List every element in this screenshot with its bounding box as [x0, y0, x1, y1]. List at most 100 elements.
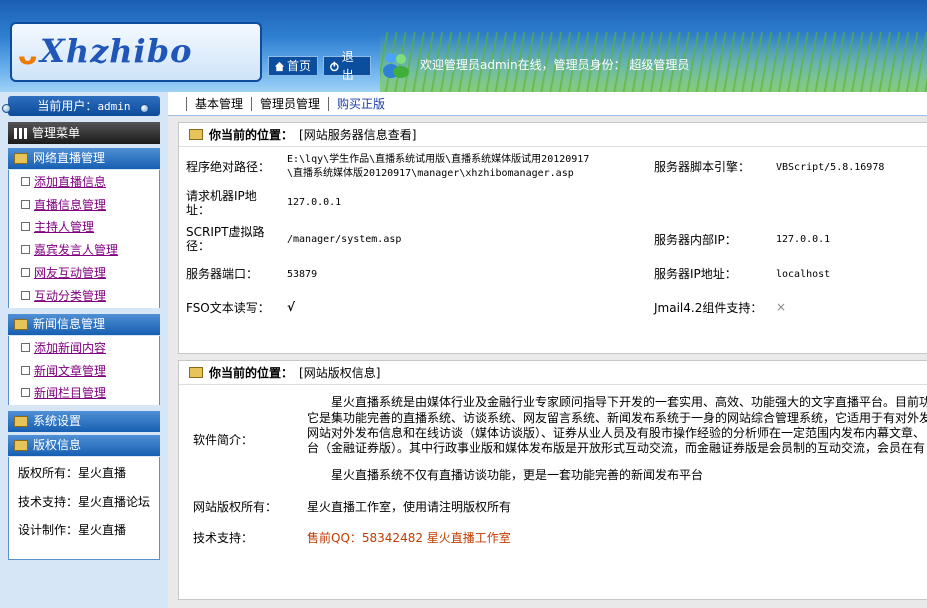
- current-user-bar: 当前用户：admin: [8, 96, 160, 116]
- jmail-cross-icon: ×: [776, 300, 787, 314]
- folder-icon: [14, 153, 28, 164]
- sidebar-item-live-manage[interactable]: 直播信息管理: [9, 193, 159, 216]
- port-value: 53879: [287, 269, 318, 280]
- section-title: 新闻信息管理: [33, 317, 106, 331]
- header-banner: ᴗ Xhzhibo 首页 退出 欢迎管理员admin在线，管理员身份： 超级管理…: [0, 0, 927, 92]
- panel-header: 你当前的位置： [网站版权信息]: [179, 361, 927, 385]
- section-title: 版权信息: [33, 438, 82, 452]
- path-value-2: \直播系统媒体版20120917\manager\xhzhibomanager.…: [287, 168, 574, 179]
- checkbox-icon: [21, 268, 30, 278]
- client-ip-value: 127.0.0.1: [287, 197, 342, 208]
- server-ip-value: localhost: [776, 269, 831, 280]
- sidebar-item-add-live[interactable]: 添加直播信息: [9, 170, 159, 193]
- checkbox-icon: [21, 199, 30, 209]
- intro-extra: 星火直播系统不仅有直播访谈功能，更是一套功能完善的新闻发布平台: [331, 468, 704, 482]
- sidebar-item-label[interactable]: 直播信息管理: [34, 196, 106, 213]
- intro-label: 软件简介：: [193, 433, 254, 447]
- pin-icon: [2, 104, 11, 113]
- home-button[interactable]: 首页: [268, 56, 318, 76]
- tab-admin[interactable]: 管理员管理: [260, 95, 320, 112]
- folder-icon: [14, 319, 28, 330]
- menu-title-bar: 管理菜单: [8, 122, 160, 144]
- tab-basic[interactable]: 基本管理: [195, 95, 243, 112]
- section-title: 网络直播管理: [33, 151, 106, 165]
- section-settings-header[interactable]: 系统设置: [8, 411, 160, 432]
- folder-icon: [14, 440, 28, 451]
- server-info-panel: 你当前的位置： [网站服务器信息查看] 程序绝对路径： E:\lqy\学生作品\…: [178, 122, 927, 354]
- checkbox-icon: [21, 222, 30, 232]
- sidebar-item-label[interactable]: 新闻文章管理: [34, 362, 106, 379]
- tab-separator: [186, 96, 187, 111]
- intro-line: 星火直播系统是由媒体行业及金融行业专家顾问指导下开发的一套实用、高效、功能强大的…: [331, 395, 927, 409]
- section-live-body: 添加直播信息 直播信息管理 主持人管理 嘉宾发言人管理 网友互动管理 互动分类管…: [8, 170, 160, 308]
- path-value-1: E:\lqy\学生作品\直播系统试用版\直播系统媒体版试用20120917: [287, 154, 590, 165]
- engine-label: 服务器脚本引擎：: [654, 160, 751, 174]
- current-user-name: admin: [97, 100, 131, 113]
- sidebar-item-interaction-manage[interactable]: 网友互动管理: [9, 261, 159, 284]
- intro-line: 台（金融证券版）。其中行政事业版和媒体发布版是开放形式互动交流，而金融证券版是会…: [307, 441, 926, 455]
- sidebar-item-label[interactable]: 互动分类管理: [34, 287, 106, 304]
- pin-icon: [140, 104, 149, 113]
- tab-separator: [328, 96, 330, 111]
- location-value: [网站版权信息]: [299, 366, 381, 380]
- menu-title: 管理菜单: [32, 126, 81, 140]
- port-label: 服务器端口：: [186, 267, 259, 281]
- checkbox-icon: [21, 176, 30, 186]
- location-label: 你当前的位置：: [209, 366, 294, 380]
- client-ip-label: 请求机器IP地址：: [186, 189, 257, 217]
- logo-text: Xhzhibo: [40, 32, 193, 70]
- location-label: 你当前的位置：: [209, 128, 294, 142]
- support-value[interactable]: 售前QQ：58342482 星火直播工作室: [307, 531, 511, 545]
- sidebar-item-add-news[interactable]: 添加新闻内容: [9, 336, 159, 359]
- sidebar-item-guest-manage[interactable]: 嘉宾发言人管理: [9, 238, 159, 261]
- sidebar-item-label[interactable]: 网友互动管理: [34, 264, 106, 281]
- checkbox-icon: [21, 342, 30, 352]
- section-news-header[interactable]: 新闻信息管理: [8, 314, 160, 335]
- logo-swirl-icon: ᴗ: [18, 38, 38, 71]
- sidebar-item-host-manage[interactable]: 主持人管理: [9, 216, 159, 239]
- fso-label: FSO文本读写：: [186, 301, 270, 315]
- home-label: 首页: [287, 59, 312, 73]
- tab-separator: [251, 96, 253, 111]
- exit-button[interactable]: 退出: [323, 50, 371, 82]
- checkbox-icon: [21, 245, 30, 255]
- folder-icon: [189, 367, 203, 378]
- section-live-header[interactable]: 网络直播管理: [8, 148, 160, 169]
- sidebar-item-label[interactable]: 新闻栏目管理: [34, 384, 106, 401]
- copyright-info-panel: 你当前的位置： [网站版权信息] 软件简介： 星火直播系统是由媒体行业及金融行业…: [178, 360, 927, 600]
- section-title: 系统设置: [33, 414, 82, 428]
- tab-buy[interactable]: 购买正版: [337, 95, 385, 112]
- location-value: [网站服务器信息查看]: [299, 128, 417, 142]
- sidebar-item-label[interactable]: 主持人管理: [34, 218, 94, 235]
- support-label: 技术支持：: [193, 531, 254, 545]
- logo: ᴗ Xhzhibo: [10, 22, 262, 82]
- sidebar-item-label[interactable]: 添加直播信息: [34, 173, 106, 190]
- copyright-design: 设计制作：星火直播: [18, 523, 127, 537]
- section-copyright-header[interactable]: 版权信息: [8, 435, 160, 456]
- home-icon: [274, 61, 285, 71]
- welcome-text: 欢迎管理员admin在线，管理员身份： 超级管理员: [420, 58, 690, 72]
- path-label: 程序绝对路径：: [186, 160, 271, 174]
- script-path-label: SCRIPT虚拟路径：: [186, 225, 265, 253]
- sidebar-item-label[interactable]: 嘉宾发言人管理: [34, 241, 118, 258]
- sidebar: 当前用户：admin 管理菜单 网络直播管理 添加直播信息 直播信息管理 主持人…: [0, 92, 168, 608]
- panel-header: 你当前的位置： [网站服务器信息查看]: [179, 123, 927, 147]
- sidebar-item-interaction-category[interactable]: 互动分类管理: [9, 284, 159, 307]
- users-icon: [383, 53, 409, 78]
- server-ip-label: 服务器IP地址：: [654, 267, 737, 281]
- sidebar-item-news-manage[interactable]: 新闻文章管理: [9, 359, 159, 382]
- engine-value: VBScript/5.8.16978: [776, 162, 885, 173]
- inner-ip-label: 服务器内部IP：: [654, 233, 737, 247]
- main-content: 你当前的位置： [网站服务器信息查看] 程序绝对路径： E:\lqy\学生作品\…: [168, 116, 927, 608]
- intro-line: 网站对外发布信息和在线访谈（媒体访谈版）、证券从业人员及有股市操作经验的分析师在…: [307, 426, 926, 440]
- sidebar-item-news-column[interactable]: 新闻栏目管理: [9, 382, 159, 405]
- checkbox-icon: [21, 365, 30, 375]
- grid-icon: [14, 127, 27, 139]
- fso-check-icon: √: [287, 300, 296, 314]
- top-tabbar: 基本管理 管理员管理 购买正版: [168, 92, 927, 116]
- sidebar-item-label[interactable]: 添加新闻内容: [34, 339, 106, 356]
- current-user-label: 当前用户：: [37, 99, 98, 113]
- folder-icon: [14, 416, 28, 427]
- owner-value: 星火直播工作室，使用请注明版权所有: [307, 500, 512, 514]
- power-icon: [330, 61, 339, 71]
